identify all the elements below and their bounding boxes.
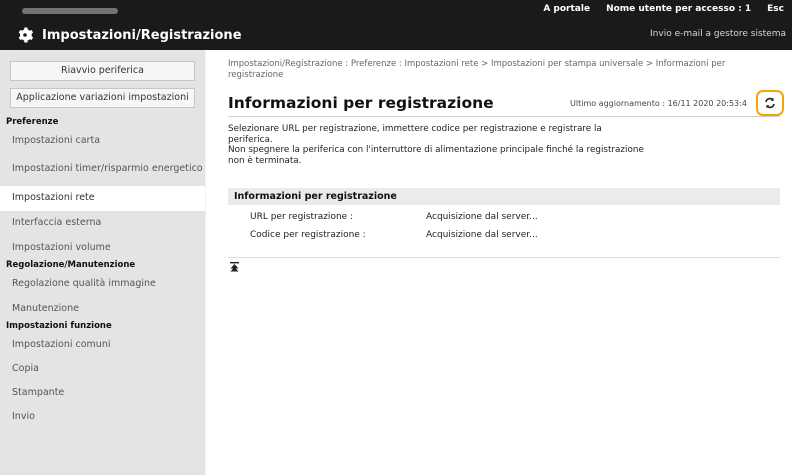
description: Selezionare URL per registrazione, immet… bbox=[228, 124, 648, 167]
sidebar-item-send[interactable]: Invio bbox=[0, 405, 205, 429]
sidebar-item-maintenance[interactable]: Manutenzione bbox=[0, 297, 205, 321]
app-title-text: Impostazioni/Registrazione bbox=[42, 27, 242, 43]
sidebar-item-external-interface[interactable]: Interfaccia esterna bbox=[0, 211, 205, 236]
table-row: URL per registrazione : Acquisizione dal… bbox=[228, 208, 780, 226]
scroll-top-icon[interactable] bbox=[230, 262, 239, 272]
code-label: Codice per registrazione : bbox=[250, 230, 366, 240]
registration-info-panel: Informazioni per registrazione URL per r… bbox=[228, 188, 780, 258]
restart-device-button[interactable]: Riavvio periferica bbox=[10, 61, 195, 81]
sidebar-item-network[interactable]: Impostazioni rete bbox=[0, 186, 205, 211]
page-title: Informazioni per registrazione bbox=[228, 94, 494, 112]
user-value: 1 bbox=[744, 4, 752, 14]
panel-divider bbox=[228, 257, 780, 258]
user-info: Nome utente per accesso : 1 bbox=[606, 4, 751, 14]
email-admin-link[interactable]: Invio e-mail a gestore sistema bbox=[650, 29, 786, 39]
main-content: Impostazioni/Registrazione : Preferenze … bbox=[206, 50, 792, 475]
sidebar: Riavvio periferica Applicazione variazio… bbox=[0, 50, 205, 475]
sidebar-item-paper[interactable]: Impostazioni carta bbox=[0, 129, 205, 153]
portal-link[interactable]: A portale bbox=[543, 4, 590, 14]
app-title: Impostazioni/Registrazione bbox=[16, 26, 242, 44]
last-updated: Ultimo aggiornamento : 16/11 2020 20:53:… bbox=[570, 99, 747, 108]
device-name-placeholder bbox=[22, 8, 118, 14]
sidebar-item-volume[interactable]: Impostazioni volume bbox=[0, 236, 205, 260]
table-row: Codice per registrazione : Acquisizione … bbox=[228, 226, 780, 244]
title-divider bbox=[228, 116, 780, 117]
description-line-1: Selezionare URL per registrazione, immet… bbox=[228, 124, 602, 145]
breadcrumb: Impostazioni/Registrazione : Preferenze … bbox=[228, 59, 726, 81]
refresh-button[interactable] bbox=[756, 90, 784, 116]
top-bar: A portale Nome utente per accesso : 1 Es… bbox=[0, 0, 792, 50]
apply-changes-button[interactable]: Applicazione variazioni impostazioni bbox=[10, 88, 195, 108]
sidebar-item-copy[interactable]: Copia bbox=[0, 357, 205, 381]
user-label: Nome utente per accesso : bbox=[606, 4, 742, 14]
sidebar-item-common[interactable]: Impostazioni comuni bbox=[0, 333, 205, 357]
panel-title: Informazioni per registrazione bbox=[228, 188, 780, 205]
url-value: Acquisizione dal server... bbox=[426, 212, 538, 222]
sidebar-item-printer[interactable]: Stampante bbox=[0, 381, 205, 405]
top-links: A portale Nome utente per accesso : 1 Es… bbox=[543, 4, 784, 14]
refresh-icon bbox=[765, 97, 775, 109]
logout-link[interactable]: Esc bbox=[767, 4, 784, 14]
sidebar-item-image-quality[interactable]: Regolazione qualità immagine bbox=[0, 272, 205, 297]
section-regolazione: Regolazione/Manutenzione bbox=[6, 260, 136, 270]
section-funzione: Impostazioni funzione bbox=[6, 321, 112, 331]
gear-icon bbox=[18, 27, 34, 43]
description-line-2: Non spegnere la periferica con l'interru… bbox=[228, 145, 644, 167]
url-label: URL per registrazione : bbox=[250, 212, 354, 222]
code-value: Acquisizione dal server... bbox=[426, 230, 538, 240]
section-preferenze: Preferenze bbox=[6, 117, 59, 127]
sidebar-item-timer[interactable]: Impostazioni timer/risparmio energetico bbox=[0, 153, 205, 186]
